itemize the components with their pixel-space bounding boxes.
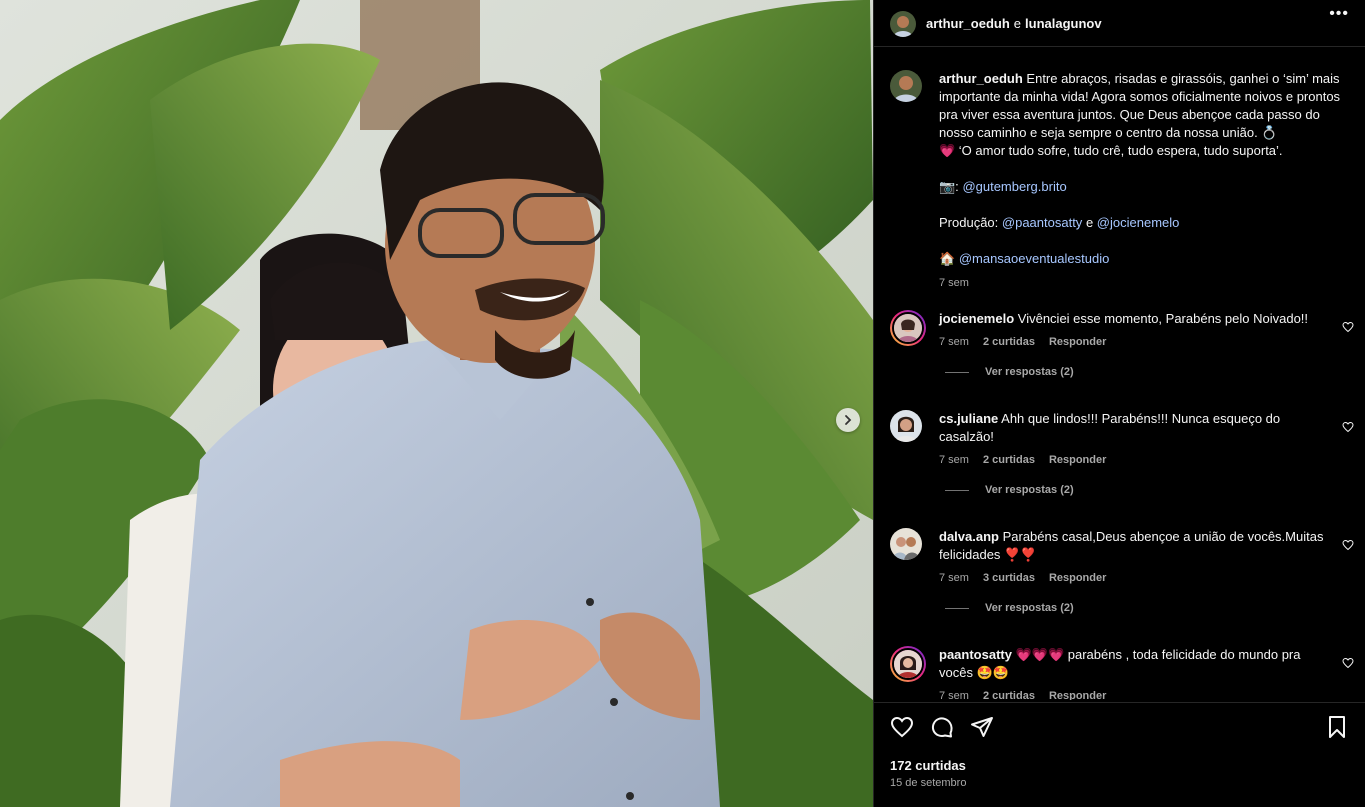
comment-text: cs.juliane Ahh que lindos!!! Parabéns!!!…: [939, 410, 1326, 446]
comment-username[interactable]: paantosatty: [939, 647, 1012, 662]
commenter-avatar[interactable]: [890, 310, 926, 346]
view-replies-label: Ver respostas (2): [985, 484, 1074, 496]
comment-item: dalva.anp Parabéns casal,Deus abençoe a …: [890, 528, 1356, 614]
action-bar: [890, 715, 1349, 741]
view-replies-button[interactable]: Ver respostas (2): [945, 366, 1356, 378]
post-date[interactable]: 15 de setembro: [890, 777, 966, 789]
caption-username[interactable]: arthur_oeduh: [939, 71, 1023, 86]
view-replies-button[interactable]: Ver respostas (2): [945, 484, 1356, 496]
couple-photo-illustration: [0, 0, 873, 807]
reply-button[interactable]: Responder: [1049, 454, 1106, 466]
comment-likes[interactable]: 3 curtidas: [983, 572, 1035, 584]
comment-time[interactable]: 7 sem: [939, 690, 969, 700]
view-replies-label: Ver respostas (2): [985, 366, 1074, 378]
coauthor-username[interactable]: lunalagunov: [1025, 16, 1102, 31]
reply-button[interactable]: Responder: [1049, 690, 1106, 700]
mention-venue[interactable]: @mansaoeventualestudio: [959, 251, 1110, 266]
view-replies-button[interactable]: Ver respostas (2): [945, 602, 1356, 614]
comment-item: paantosatty 💗💗💗 parabéns , toda felicida…: [890, 646, 1356, 700]
comment-text: paantosatty 💗💗💗 parabéns , toda felicida…: [939, 646, 1326, 682]
comment-body: Vivênciei esse momento, Parabéns pelo No…: [1017, 311, 1309, 326]
comment-username[interactable]: dalva.anp: [939, 529, 999, 544]
comment-meta: 7 sem 2 curtidas Responder: [939, 454, 1356, 466]
comment-meta: 7 sem 3 curtidas Responder: [939, 572, 1356, 584]
author-names: arthur_oeduh e lunalagunov: [926, 16, 1102, 31]
producer-conj: e: [1085, 215, 1094, 230]
comment-username[interactable]: cs.juliane: [939, 411, 998, 426]
comment-icon[interactable]: [930, 715, 954, 744]
mention-producer1[interactable]: @paantosatty: [1002, 215, 1082, 230]
reply-button[interactable]: Responder: [1049, 572, 1106, 584]
share-icon[interactable]: [970, 715, 994, 744]
post-sidebar: arthur_oeduh e lunalagunov ••• arthur_oedu…: [873, 0, 1365, 807]
mention-producer2[interactable]: @jocienemelo: [1097, 215, 1180, 230]
comment-likes[interactable]: 2 curtidas: [983, 690, 1035, 700]
comment-text: jocienemelo Vivênciei esse momento, Para…: [939, 310, 1326, 328]
comment-meta: 7 sem 2 curtidas Responder: [939, 690, 1356, 700]
comment-item: cs.juliane Ahh que lindos!!! Parabéns!!!…: [890, 410, 1356, 496]
like-comment-heart-icon[interactable]: [1342, 656, 1354, 674]
post-photo[interactable]: [0, 0, 873, 807]
post-header: arthur_oeduh e lunalagunov •••: [874, 0, 1365, 40]
reply-button[interactable]: Responder: [1049, 336, 1106, 348]
comment-time[interactable]: 7 sem: [939, 572, 969, 584]
header-divider: [874, 46, 1365, 47]
more-horizontal-icon[interactable]: •••: [1329, 6, 1349, 22]
caption-author-avatar[interactable]: [890, 70, 922, 102]
commenter-avatar[interactable]: [890, 528, 922, 560]
replies-divider: [945, 371, 969, 373]
like-comment-heart-icon[interactable]: [1342, 538, 1354, 556]
caption-text: arthur_oeduh Entre abraços, risadas e gi…: [939, 70, 1350, 292]
caption: arthur_oeduh Entre abraços, risadas e gi…: [890, 70, 1350, 292]
post-actions-section: 172 curtidas 15 de setembro: [874, 702, 1365, 789]
commenter-avatar[interactable]: [890, 646, 926, 682]
view-replies-label: Ver respostas (2): [985, 602, 1074, 614]
camera-emoji: 📷:: [939, 179, 959, 194]
heart-icon[interactable]: [890, 715, 914, 744]
comment-text: dalva.anp Parabéns casal,Deus abençoe a …: [939, 528, 1326, 564]
caption-quote: 💗 ‘O amor tudo sofre, tudo crê, tudo esp…: [939, 143, 1283, 158]
bookmark-icon[interactable]: [1325, 715, 1349, 744]
production-label: Produção:: [939, 215, 999, 230]
comment-username[interactable]: jocienemelo: [939, 311, 1014, 326]
likes-count[interactable]: 172 curtidas: [890, 758, 966, 773]
commenter-avatar[interactable]: [890, 410, 922, 442]
comment-time[interactable]: 7 sem: [939, 454, 969, 466]
author-avatar[interactable]: [890, 11, 916, 37]
comment-meta: 7 sem 2 curtidas Responder: [939, 336, 1356, 348]
house-emoji: 🏠: [939, 251, 956, 266]
like-comment-heart-icon[interactable]: [1342, 320, 1354, 338]
next-photo-button[interactable]: [836, 408, 860, 432]
replies-divider: [945, 489, 969, 491]
comment-item: jocienemelo Vivênciei esse momento, Para…: [890, 310, 1356, 378]
mention-photographer[interactable]: @gutemberg.brito: [962, 179, 1066, 194]
author-username[interactable]: arthur_oeduh: [926, 16, 1010, 31]
like-comment-heart-icon[interactable]: [1342, 420, 1354, 438]
conjunction: e: [1013, 15, 1022, 31]
comments-scroll-area[interactable]: arthur_oeduh Entre abraços, risadas e gi…: [874, 60, 1365, 700]
caption-time[interactable]: 7 sem: [939, 274, 1350, 292]
comment-time[interactable]: 7 sem: [939, 336, 969, 348]
replies-divider: [945, 607, 969, 609]
chevron-right-icon: [845, 415, 852, 425]
comment-likes[interactable]: 2 curtidas: [983, 454, 1035, 466]
comment-likes[interactable]: 2 curtidas: [983, 336, 1035, 348]
